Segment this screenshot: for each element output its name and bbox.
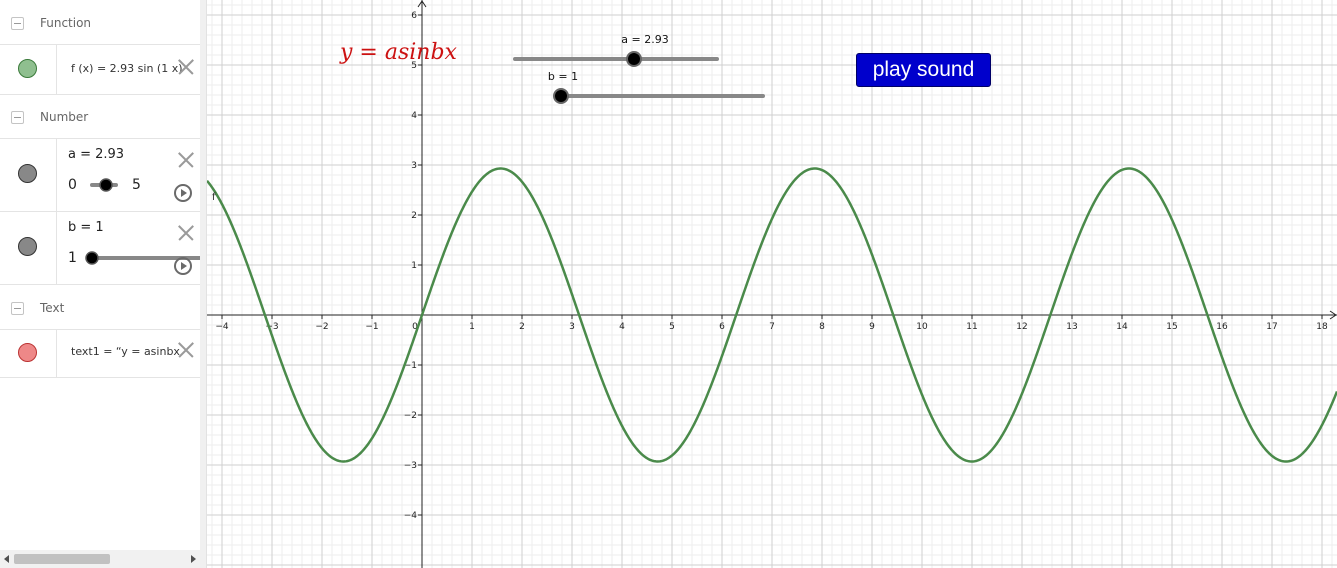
visibility-marble-a[interactable]	[18, 164, 37, 183]
y-tick-label: 4	[411, 111, 417, 121]
delete-a-icon[interactable]	[177, 151, 195, 169]
category-text[interactable]: Text	[0, 287, 200, 331]
y-tick-label: 6	[411, 11, 417, 21]
algebra-row-b[interactable]: b = 1 1	[0, 211, 200, 285]
collapse-text-toggle[interactable]	[11, 302, 24, 315]
view-splitter[interactable]	[200, 0, 207, 568]
algebra-row-text1[interactable]: text1 = “y = asinbx	[0, 329, 200, 378]
delete-b-icon[interactable]	[177, 224, 195, 242]
x-tick-label: −2	[315, 322, 328, 332]
y-tick-label: −3	[404, 461, 417, 471]
collapse-function-toggle[interactable]	[11, 17, 24, 30]
slider-a-caption: a = 2.93	[621, 33, 668, 46]
x-tick-label: 18	[1316, 322, 1328, 332]
scroll-left-icon[interactable]	[4, 555, 9, 563]
category-text-label: Text	[40, 301, 65, 315]
play-a-icon[interactable]	[174, 184, 192, 202]
slider-a-min: 0	[68, 177, 77, 193]
algebra-row-f[interactable]: f (x) = 2.93 sin (1 x)	[0, 44, 200, 95]
coordinate-plane[interactable]: −4 −3 −2 −1 0 1 2 3 4 5 6 7 8 9 10 11 12 13 14 15 16 17 18−4−3…	[207, 0, 1337, 568]
x-tick-label: −1	[365, 322, 378, 332]
x-tick-label: 7	[769, 322, 775, 332]
category-number-label: Number	[40, 110, 89, 124]
slider-a-handle[interactable]	[99, 178, 113, 192]
curve-label-f: f	[212, 192, 216, 203]
play-b-icon[interactable]	[174, 257, 192, 275]
text1-definition[interactable]: text1 = “y = asinbx	[71, 345, 180, 358]
slider-b-min: 1	[68, 250, 77, 266]
visibility-marble-f[interactable]	[18, 59, 37, 78]
category-function-label: Function	[40, 16, 92, 30]
x-tick-label: 3	[569, 322, 575, 332]
slider-a-max: 5	[132, 177, 141, 193]
x-tick-label: 11	[966, 322, 977, 332]
y-tick-label: −2	[404, 411, 417, 421]
x-tick-label: 14	[1116, 322, 1128, 332]
function-definition[interactable]: f (x) = 2.93 sin (1 x)	[71, 62, 183, 75]
y-tick-label: 1	[411, 261, 417, 271]
slider-b-caption: b = 1	[548, 70, 578, 83]
x-tick-label: 16	[1216, 322, 1228, 332]
y-tick-label: −4	[404, 511, 418, 521]
slider-b-handle[interactable]	[85, 251, 99, 265]
x-tick-label: 17	[1266, 322, 1277, 332]
category-function[interactable]: Function	[0, 2, 200, 46]
y-tick-label: 2	[411, 211, 417, 221]
x-tick-label: 13	[1066, 322, 1077, 332]
x-tick-label: 6	[719, 322, 725, 332]
delete-text1-icon[interactable]	[177, 341, 195, 359]
visibility-marble-b[interactable]	[18, 237, 37, 256]
formula-text[interactable]: y = asinbx	[340, 40, 457, 65]
graphics-slider-a-handle[interactable]	[626, 51, 642, 67]
algebra-row-a[interactable]: a = 2.93 0 5	[0, 138, 200, 212]
y-tick-label: 3	[411, 161, 417, 171]
graphics-slider-b-handle[interactable]	[553, 88, 569, 104]
category-number[interactable]: Number	[0, 96, 200, 140]
x-tick-label: 9	[869, 322, 875, 332]
x-tick-label: 15	[1166, 322, 1177, 332]
play-sound-button[interactable]: play sound	[856, 53, 991, 87]
scroll-right-icon[interactable]	[191, 555, 196, 563]
x-tick-label: 8	[819, 322, 825, 332]
algebra-slider-a[interactable]	[88, 175, 122, 195]
scrollbar-thumb[interactable]	[14, 554, 110, 564]
delete-f-icon[interactable]	[177, 58, 195, 76]
number-b-label[interactable]: b = 1	[68, 220, 104, 235]
x-tick-label: 1	[469, 322, 475, 332]
algebra-view: Function f (x) = 2.93 sin (1 x) Number a…	[0, 0, 201, 568]
visibility-marble-text1[interactable]	[18, 343, 37, 362]
x-tick-label: −4	[215, 322, 229, 332]
x-tick-label: 12	[1016, 322, 1027, 332]
graphics-view[interactable]: −4 −3 −2 −1 0 1 2 3 4 5 6 7 8 9 10 11 12 13 14 15 16 17 18 −4 −3…	[207, 0, 1337, 568]
x-tick-label: 5	[669, 322, 675, 332]
horizontal-scrollbar[interactable]	[0, 550, 200, 568]
x-tick-label: 4	[619, 322, 625, 332]
collapse-number-toggle[interactable]	[11, 111, 24, 124]
x-tick-label: 2	[519, 322, 525, 332]
x-tick-label: 10	[916, 322, 928, 332]
number-a-label[interactable]: a = 2.93	[68, 147, 124, 162]
